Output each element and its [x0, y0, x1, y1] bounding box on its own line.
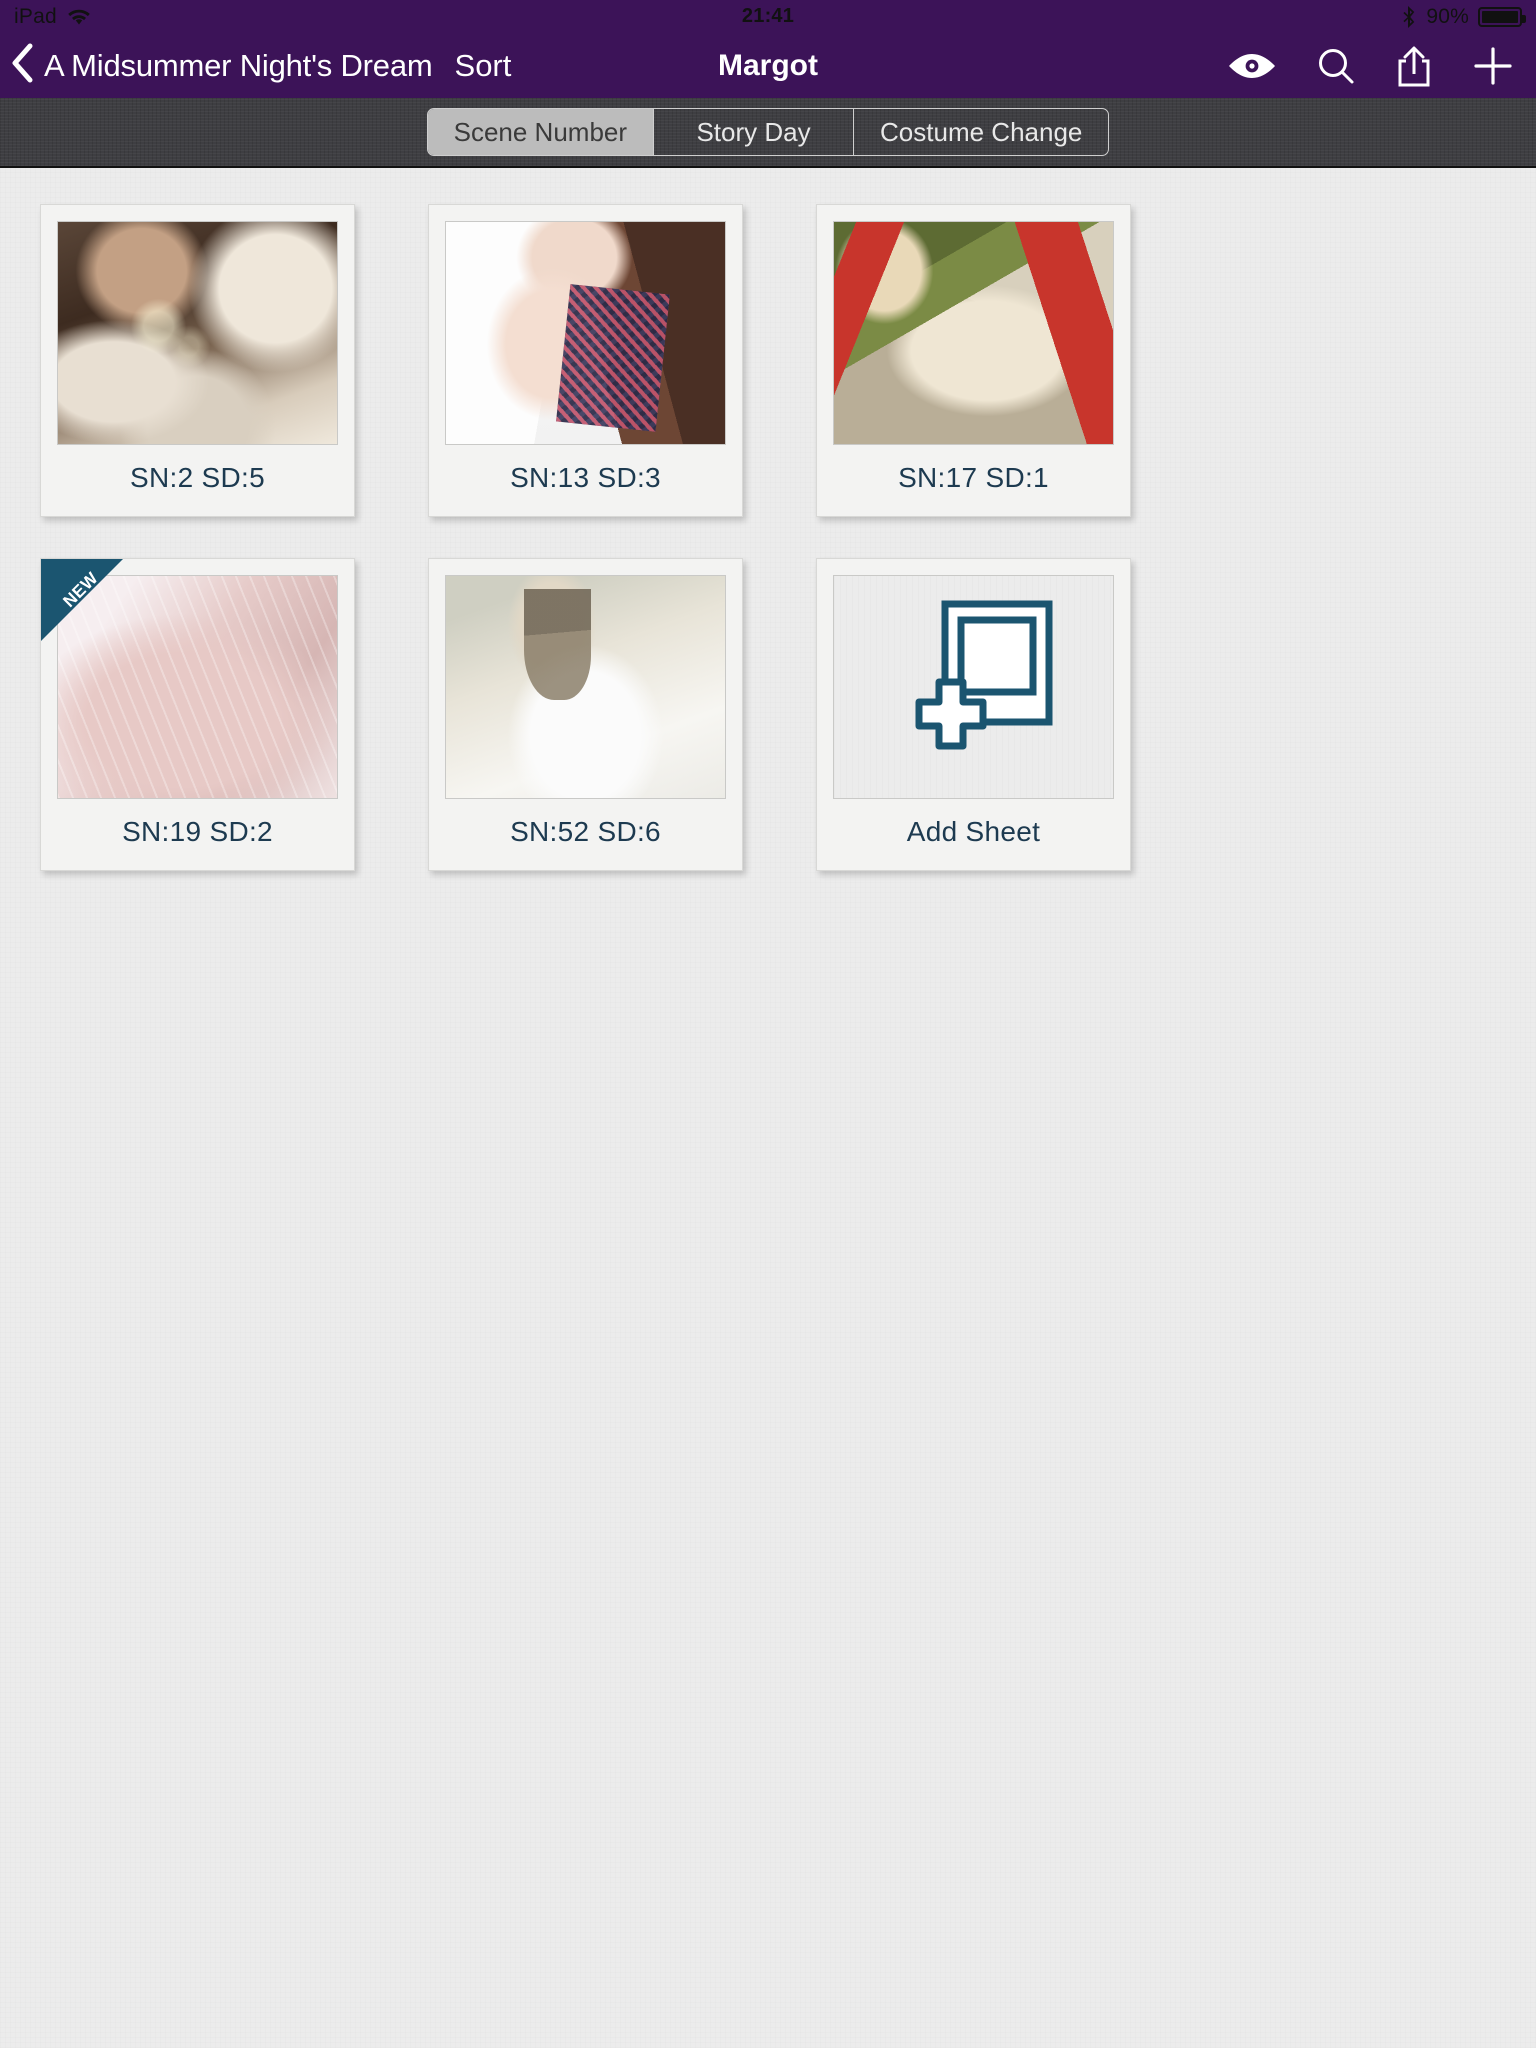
sort-toolbar: Scene Number Story Day Costume Change — [0, 98, 1536, 168]
wifi-icon — [67, 8, 91, 26]
sheet-card[interactable]: NEW SN:19 SD:2 — [40, 558, 355, 871]
sheet-card[interactable]: SN:2 SD:5 — [40, 204, 355, 517]
segment-scene-number[interactable]: Scene Number — [427, 109, 654, 155]
sheet-caption: SN:19 SD:2 — [122, 816, 273, 847]
sheet-caption: SN:52 SD:6 — [510, 816, 661, 847]
add-sheet-caption: Add Sheet — [906, 816, 1041, 847]
content-area: SN:2 SD:5 SN:13 SD:3 SN:17 SD:1 NEW SN:1… — [0, 168, 1536, 2048]
sheet-image — [446, 222, 725, 444]
plus-icon[interactable] — [1472, 45, 1514, 87]
battery-percent: 90% — [1426, 4, 1469, 28]
sort-button[interactable]: Sort — [455, 48, 512, 84]
sheet-thumbnail — [57, 221, 338, 445]
sheet-caption: SN:13 SD:3 — [510, 462, 661, 493]
sheet-card[interactable]: SN:17 SD:1 — [816, 204, 1131, 517]
segmented-control[interactable]: Scene Number Story Day Costume Change — [426, 108, 1110, 156]
eye-icon[interactable] — [1228, 51, 1276, 81]
status-bar: iPad 21:41 90% — [0, 0, 1536, 33]
add-sheet-icon — [889, 592, 1059, 782]
sheet-thumbnail — [445, 221, 726, 445]
sheet-image — [446, 576, 725, 798]
sheet-grid: SN:2 SD:5 SN:13 SD:3 SN:17 SD:1 NEW SN:1… — [40, 204, 1496, 871]
device-name: iPad — [14, 4, 57, 28]
segment-story-day[interactable]: Story Day — [653, 109, 853, 155]
navigation-bar: A Midsummer Night's Dream Sort Margot — [0, 33, 1536, 98]
sheet-card[interactable]: SN:13 SD:3 — [428, 204, 743, 517]
back-button-label: A Midsummer Night's Dream — [44, 47, 433, 83]
nav-actions — [1228, 44, 1514, 88]
sheet-thumbnail — [833, 221, 1114, 445]
battery-full-icon — [1478, 6, 1526, 27]
nav-left-group: A Midsummer Night's Dream Sort — [10, 43, 511, 88]
sheet-card[interactable]: SN:52 SD:6 — [428, 558, 743, 871]
back-button[interactable]: A Midsummer Night's Dream — [10, 43, 433, 88]
status-right: 90% — [1402, 4, 1526, 29]
sheet-caption: SN:2 SD:5 — [130, 462, 265, 493]
sheet-caption: SN:17 SD:1 — [898, 462, 1049, 493]
share-icon[interactable] — [1396, 44, 1432, 88]
sheet-thumbnail — [445, 575, 726, 799]
sheet-image — [58, 222, 337, 444]
bluetooth-icon — [1402, 5, 1417, 29]
add-sheet-thumbnail — [833, 575, 1114, 799]
segment-costume-change[interactable]: Costume Change — [853, 109, 1108, 155]
new-badge-ribbon: NEW — [41, 559, 123, 641]
status-left: iPad — [14, 5, 91, 29]
new-badge-label: NEW — [59, 568, 102, 611]
status-clock: 21:41 — [741, 5, 795, 27]
search-icon[interactable] — [1316, 46, 1356, 86]
add-sheet-card[interactable]: Add Sheet — [816, 558, 1131, 871]
sheet-image — [834, 222, 1113, 444]
chevron-left-icon — [10, 43, 34, 88]
